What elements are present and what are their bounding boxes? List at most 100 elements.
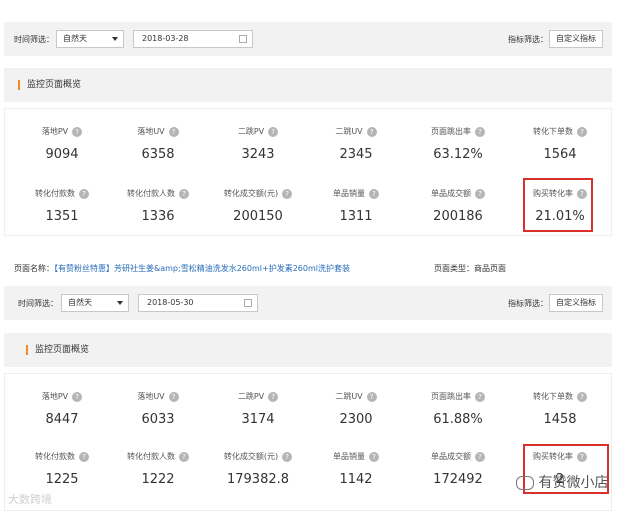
help-icon[interactable]: ? — [268, 126, 279, 137]
metric-card: 落地UV? 6358 — [108, 126, 208, 162]
chevron-down-icon — [112, 37, 118, 41]
metric-label: 二跳UV? — [306, 391, 406, 402]
metric-label-text: 转化下单数 — [533, 392, 573, 401]
help-icon[interactable]: ? — [475, 391, 485, 402]
help-icon[interactable]: ? — [475, 451, 485, 462]
section-title: 监控页面概览 — [18, 80, 81, 90]
help-icon[interactable]: ? — [72, 391, 83, 402]
metric-value: 3174 — [241, 412, 275, 427]
metric-label-text: 单品成交额 — [431, 452, 471, 461]
top-section-header — [4, 68, 612, 102]
metric-card: 落地PV? 8447 — [12, 391, 112, 427]
help-icon[interactable]: ? — [72, 126, 83, 137]
date-value: 2018-03-28 — [142, 34, 189, 43]
metric-label: 转化付款数? — [12, 451, 112, 462]
date-picker[interactable]: 2018-05-30 — [138, 294, 258, 312]
metric-label-text: 转化付款人数 — [127, 189, 175, 198]
metric-label: 落地PV? — [12, 126, 112, 137]
help-icon[interactable]: ? — [179, 188, 189, 199]
help-icon[interactable]: ? — [577, 126, 587, 137]
metric-value: 9094 — [45, 147, 79, 162]
help-icon[interactable]: ? — [168, 391, 179, 402]
metric-label: 转化付款数? — [12, 188, 112, 199]
metric-label-text: 落地UV — [137, 127, 165, 136]
metric-label: 落地UV? — [108, 391, 208, 402]
help-icon[interactable]: ? — [577, 391, 587, 402]
metric-label-text: 页面跳出率 — [431, 392, 471, 401]
custom-indicator-button[interactable]: 自定义指标 — [549, 30, 603, 48]
metric-card: 二跳UV? 2300 — [306, 391, 406, 427]
metric-label-text: 转化下单数 — [533, 127, 573, 136]
metric-value: 1311 — [339, 209, 373, 224]
time-select-value: 自然天 — [63, 34, 87, 43]
help-icon[interactable]: ? — [282, 188, 293, 199]
metric-value: 1142 — [339, 472, 373, 487]
metric-label-text: 落地PV — [41, 127, 69, 136]
metric-value: 8447 — [45, 412, 79, 427]
metric-label: 单品成交额? — [408, 451, 508, 462]
metric-label-text: 二跳UV — [335, 392, 363, 401]
help-icon[interactable]: ? — [475, 188, 485, 199]
page-name-link[interactable]: 【有赞粉丝特惠】芳研社生姜&amp;雪松精油洗发水260ml+护发素260ml洗… — [54, 264, 350, 273]
metric-card: 二跳PV? 3243 — [208, 126, 308, 162]
metric-card: 页面跳出率? 63.12% — [408, 126, 508, 162]
wechat-icon — [516, 476, 534, 490]
metric-card: 落地UV? 6033 — [108, 391, 208, 427]
metric-value: 2345 — [339, 147, 373, 162]
indicator-filter-label: 指标筛选： — [508, 35, 548, 44]
time-select[interactable]: 自然天 — [56, 30, 124, 48]
watermark-left: 大数跨境 — [8, 493, 52, 506]
help-icon[interactable]: ? — [79, 188, 89, 199]
page-type: 页面类型：商品页面 — [434, 264, 506, 273]
metric-label-text: 转化付款数 — [35, 189, 75, 198]
help-icon[interactable]: ? — [168, 126, 179, 137]
metric-label: 单品成交额? — [408, 188, 508, 199]
metric-label: 转化成交额(元)? — [208, 451, 308, 462]
time-select[interactable]: 自然天 — [61, 294, 129, 312]
metric-card: 转化成交额(元)? 200150 — [208, 188, 308, 224]
help-icon[interactable]: ? — [475, 126, 485, 137]
metric-card: 二跳UV? 2345 — [306, 126, 406, 162]
metric-value: 1351 — [45, 209, 79, 224]
help-icon[interactable]: ? — [268, 391, 279, 402]
metric-label-text: 转化付款数 — [35, 452, 75, 461]
metric-label: 转化下单数? — [510, 126, 610, 137]
help-icon[interactable]: ? — [366, 126, 377, 137]
metric-card: 转化付款数? 1225 — [12, 451, 112, 487]
time-filter-label: 时间筛选： — [14, 35, 54, 44]
metric-label: 转化下单数? — [510, 391, 610, 402]
metric-value: 1458 — [543, 412, 577, 427]
metric-value: 2300 — [339, 412, 373, 427]
time-select-value: 自然天 — [68, 298, 92, 307]
metric-value: 1336 — [141, 209, 175, 224]
metric-label-text: 二跳UV — [335, 127, 363, 136]
metric-value: 200186 — [433, 209, 483, 224]
metric-label: 转化成交额(元)? — [208, 188, 308, 199]
metric-value: 1564 — [543, 147, 577, 162]
help-icon[interactable]: ? — [179, 451, 189, 462]
metric-card: 转化成交额(元)? 179382.8 — [208, 451, 308, 487]
help-icon[interactable]: ? — [79, 451, 89, 462]
date-picker[interactable]: 2018-03-28 — [133, 30, 253, 48]
metric-label: 单品销量? — [306, 188, 406, 199]
help-icon[interactable]: ? — [369, 188, 379, 199]
custom-indicator-button[interactable]: 自定义指标 — [549, 294, 603, 312]
help-icon[interactable]: ? — [282, 451, 293, 462]
metric-value: 172492 — [433, 472, 483, 487]
metric-label-text: 单品成交额 — [431, 189, 471, 198]
watermark-right: 有赞微小店 — [516, 472, 608, 492]
help-icon[interactable]: ? — [366, 391, 377, 402]
metric-value: 6358 — [141, 147, 175, 162]
bottom-section-header — [4, 333, 612, 367]
date-value: 2018-05-30 — [147, 298, 194, 307]
metric-label-text: 二跳PV — [237, 392, 265, 401]
metric-value: 63.12% — [433, 147, 483, 162]
metric-label: 二跳PV? — [208, 126, 308, 137]
calendar-icon — [239, 35, 247, 43]
metric-label: 落地UV? — [108, 126, 208, 137]
metric-label-text: 转化成交额(元) — [223, 452, 279, 461]
help-icon[interactable]: ? — [369, 451, 379, 462]
metric-label-text: 单品销量 — [333, 189, 365, 198]
metric-card: 二跳PV? 3174 — [208, 391, 308, 427]
metric-card: 转化付款人数? 1222 — [108, 451, 208, 487]
